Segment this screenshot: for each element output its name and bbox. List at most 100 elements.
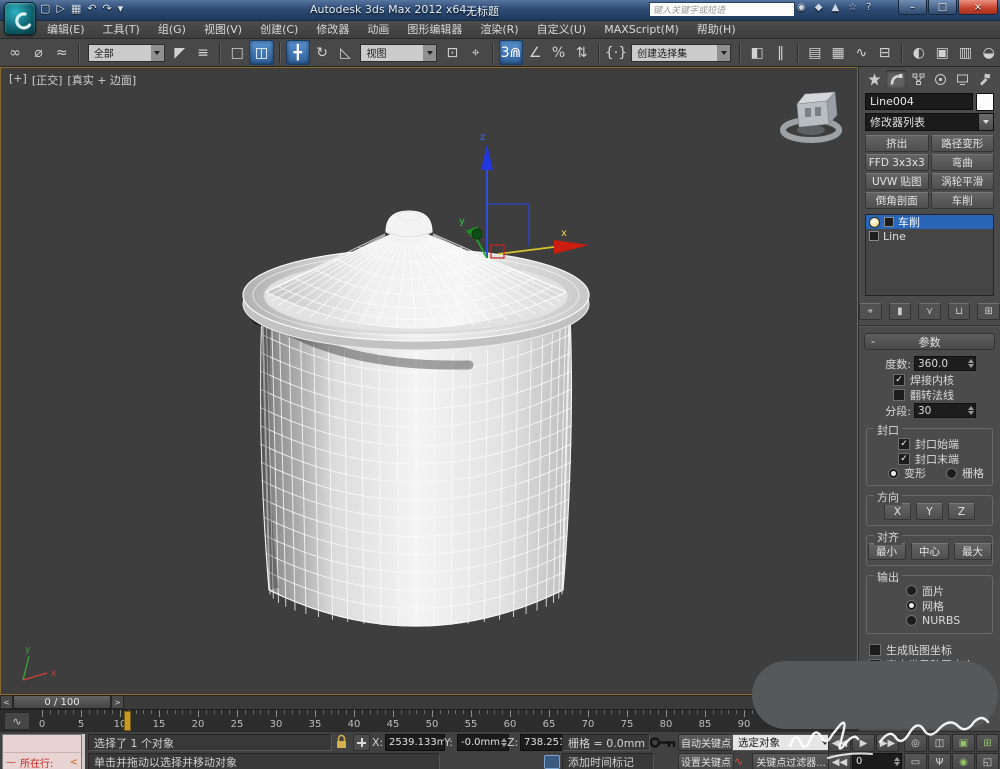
tab-modify-icon[interactable] (886, 70, 906, 88)
rendered-frame-icon[interactable]: ▥ (954, 41, 976, 64)
new-file-icon[interactable]: ▢ (40, 2, 50, 15)
cap-start-checkbox[interactable]: ✓ (898, 438, 910, 450)
add-time-tag[interactable]: 添加时间标记 (562, 753, 654, 769)
configure-modifier-sets-icon[interactable]: ⊞ (977, 303, 1000, 320)
parameters-rollout-header[interactable]: - 参数 (864, 333, 995, 350)
morph-radio[interactable] (888, 468, 899, 479)
visibility-bulb-icon[interactable] (869, 217, 880, 228)
previous-frame-button[interactable]: < (0, 695, 13, 709)
bind-to-spacewarp-icon[interactable]: ≈ (51, 41, 73, 64)
selection-lock-icon[interactable] (334, 734, 349, 753)
select-object-icon[interactable]: ◤ (169, 41, 191, 64)
maximize-button[interactable]: □ (928, 0, 957, 15)
menu-item-10[interactable]: MAXScript(M) (595, 21, 688, 38)
set-key-button[interactable]: 设置关键点 (678, 753, 734, 769)
modifier-stack-item-1[interactable]: Line (866, 229, 993, 243)
modifier-button-5[interactable]: 涡轮平滑 (931, 173, 995, 190)
curve-editor-icon[interactable]: ∿ (850, 41, 872, 64)
menu-item-2[interactable]: 组(G) (149, 21, 195, 38)
cap-end-checkbox[interactable]: ✓ (898, 453, 910, 465)
tab-hierarchy-icon[interactable] (908, 70, 928, 88)
modifier-button-2[interactable]: FFD 3x3x3 (865, 154, 929, 171)
minimize-button[interactable]: – (898, 0, 927, 15)
degrees-field[interactable]: 360.0 (914, 356, 976, 371)
reference-coordinate-dropdown[interactable]: 视图 (360, 44, 437, 62)
modifier-button-3[interactable]: 弯曲 (931, 154, 995, 171)
select-and-rotate-icon[interactable]: ↻ (311, 41, 333, 64)
stack-expand-icon[interactable] (869, 231, 879, 241)
tab-utilities-icon[interactable] (974, 70, 994, 88)
unlink-selection-icon[interactable]: ⌀ (27, 41, 49, 64)
modifier-list-arrow-icon[interactable] (978, 114, 993, 130)
menu-item-11[interactable]: 帮助(H) (688, 21, 745, 38)
segments-spinner[interactable] (968, 406, 974, 415)
lathe-model[interactable] (243, 211, 589, 626)
direction-x-button[interactable]: X (884, 503, 911, 520)
search-input[interactable] (649, 2, 795, 17)
z-coord-field[interactable]: 738.251mm (520, 734, 564, 751)
align-icon[interactable]: ‖ (769, 41, 791, 64)
output-radio-1[interactable] (906, 600, 917, 611)
close-button[interactable]: × (958, 0, 998, 15)
viewport[interactable]: [+] [正交] [真实 + 边面] (0, 67, 858, 695)
mini-curve-editor-icon[interactable]: ∿ (4, 712, 30, 730)
tab-display-icon[interactable] (952, 70, 972, 88)
output-radio-0[interactable] (906, 585, 917, 596)
grid-radio[interactable] (946, 468, 957, 479)
next-frame-button[interactable]: > (111, 695, 124, 709)
rectangular-selection-icon[interactable]: □ (226, 41, 248, 64)
render-setup-icon[interactable]: ▣ (931, 41, 953, 64)
menu-item-1[interactable]: 工具(T) (94, 21, 149, 38)
spinner-snap-icon[interactable]: ⇅ (571, 41, 593, 64)
segments-field[interactable]: 30 (914, 403, 976, 418)
save-file-icon[interactable]: ▦ (71, 2, 81, 15)
weld-core-checkbox[interactable]: ✓ (893, 374, 905, 386)
window-crossing-icon[interactable]: ◫ (249, 40, 273, 65)
named-selection-dropdown[interactable]: 创建选择集 (631, 44, 731, 62)
x-coord-field[interactable]: 2539.133m (385, 734, 445, 751)
modifier-stack-item-0[interactable]: 车削 (866, 215, 993, 229)
undo-icon[interactable]: ↶ (87, 2, 96, 15)
communication-center-icon[interactable]: ◆ (815, 2, 823, 13)
layer-manager-icon[interactable]: ▤ (804, 41, 826, 64)
tab-create-icon[interactable] (864, 70, 884, 88)
degrees-spinner[interactable] (968, 359, 974, 368)
material-editor-icon[interactable]: ◐ (908, 41, 930, 64)
output-radio-2[interactable] (906, 615, 917, 626)
schematic-view-icon[interactable]: ⊟ (874, 41, 896, 64)
redo-icon[interactable]: ↷ (103, 2, 112, 15)
menu-item-6[interactable]: 动画 (358, 21, 398, 38)
modifier-button-1[interactable]: 路径变形 (931, 135, 995, 152)
select-and-scale-icon[interactable]: ◺ (334, 41, 356, 64)
flip-normals-checkbox[interactable] (893, 389, 905, 401)
menu-item-4[interactable]: 创建(C) (251, 21, 307, 38)
exchange-icon[interactable]: ▲ (831, 2, 839, 13)
percent-snap-icon[interactable]: % (547, 41, 569, 64)
favorites-icon[interactable]: ☆ (848, 2, 857, 13)
absolute-offset-toggle-icon[interactable] (353, 734, 370, 751)
use-pivot-point-icon[interactable]: ⊡ (441, 41, 463, 64)
align-button-2[interactable]: 最大 (954, 543, 992, 560)
modifier-button-7[interactable]: 车削 (931, 192, 995, 209)
macro-recorder-field[interactable] (3, 735, 81, 753)
rollout-collapse-icon[interactable]: - (871, 335, 875, 348)
modifier-button-4[interactable]: UVW 贴图 (865, 173, 929, 190)
viewport-menu-general[interactable]: [+] (9, 72, 27, 88)
modifier-button-0[interactable]: 挤出 (865, 135, 929, 152)
time-slider-handle[interactable]: 0 / 100 (13, 695, 111, 709)
object-name-field[interactable]: Line004 (865, 93, 973, 110)
make-unique-icon[interactable]: ⋎ (918, 303, 941, 320)
modifier-list-dropdown[interactable]: 修改器列表 (865, 113, 994, 131)
remove-modifier-icon[interactable]: ⊔ (948, 303, 971, 320)
new-key-filter-icon[interactable]: ∿ (734, 755, 743, 768)
show-end-result-icon[interactable]: ▮ (889, 303, 912, 320)
selection-filter-dropdown[interactable]: 全部 (88, 44, 165, 62)
time-marker[interactable] (124, 711, 131, 731)
auto-key-button[interactable]: 自动关键点 (678, 734, 734, 751)
direction-y-button[interactable]: Y (916, 503, 943, 520)
search-icon[interactable]: ◉ (797, 2, 806, 13)
modifier-button-6[interactable]: 倒角剖面 (865, 192, 929, 209)
angle-snap-icon[interactable]: ∠ (524, 41, 546, 64)
move-gizmo[interactable]: z x y (459, 132, 589, 258)
menu-item-3[interactable]: 视图(V) (195, 21, 251, 38)
